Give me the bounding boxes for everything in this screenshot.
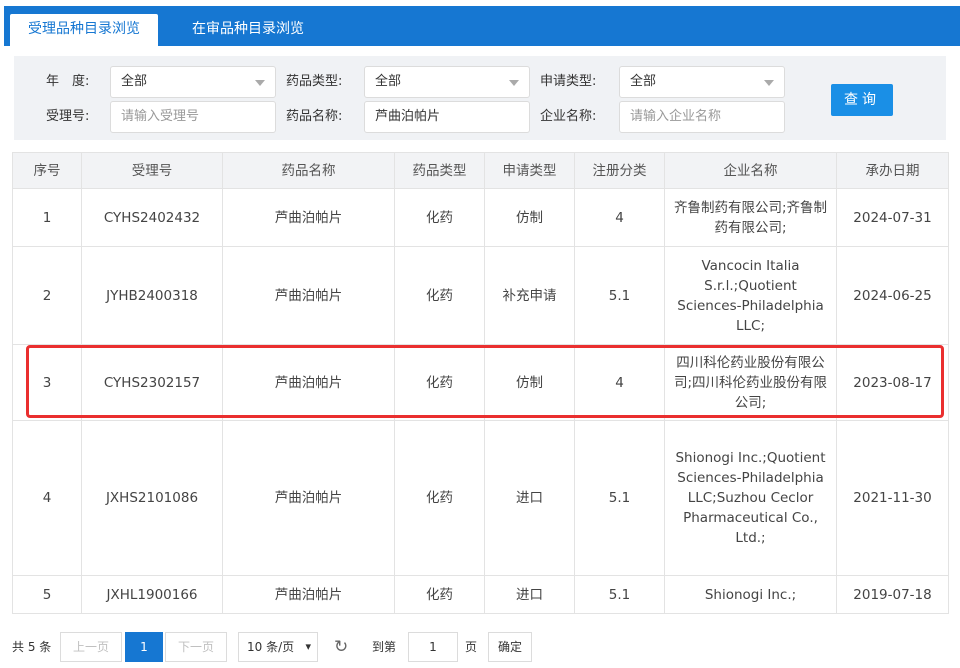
chevron-down-icon — [764, 80, 774, 86]
header-apply-type: 申请类型 — [484, 152, 575, 189]
query-button[interactable]: 查询 — [831, 84, 893, 116]
page-1-button[interactable]: 1 — [125, 632, 163, 662]
cell-reg-class: 5.1 — [574, 420, 665, 576]
next-page-button[interactable]: 下一页 — [165, 632, 227, 662]
cell-drug-type: 化药 — [394, 188, 485, 247]
year-select[interactable]: 全部 — [110, 66, 276, 98]
page-size-select[interactable]: 10 条/页 ▾ — [238, 632, 318, 662]
cell-accept-no: JXHL1900166 — [81, 575, 223, 614]
goto-page-input[interactable]: 1 — [408, 632, 458, 662]
company-label: 企业名称: — [540, 109, 597, 124]
filter-panel: 年 度: 全部 药品类型: 全部 申请类型: 全部 受理号: 请输入受理号 药品… — [14, 56, 946, 140]
drug-type-label: 药品类型: — [286, 74, 343, 89]
drug-type-value: 全部 — [375, 74, 402, 89]
table-row[interactable]: 3 CYHS2302157 芦曲泊帕片 化药 仿制 4 四川科伦药业股份有限公司… — [12, 344, 949, 421]
apply-type-select[interactable]: 全部 — [619, 66, 785, 98]
cell-company: Shionogi Inc.; — [664, 575, 837, 614]
header-company: 企业名称 — [664, 152, 837, 189]
table-row[interactable]: 2 JYHB2400318 芦曲泊帕片 化药 补充申请 5.1 Vancocin… — [12, 246, 949, 345]
drug-name-label: 药品名称: — [286, 109, 343, 124]
goto-prefix: 到第 — [372, 640, 397, 654]
cell-company: Vancocin Italia S.r.l.;Quotient Sciences… — [664, 246, 837, 345]
cell-drug-type: 化药 — [394, 420, 485, 576]
pagination: 共 5 条 上一页 1 下一页 10 条/页 ▾ ↻ 到第 1 页 确定 — [12, 632, 952, 664]
cell-reg-class: 4 — [574, 188, 665, 247]
accept-no-input[interactable]: 请输入受理号 — [110, 101, 276, 133]
cell-drug-type: 化药 — [394, 344, 485, 421]
cell-apply-type: 进口 — [484, 575, 575, 614]
cell-drug-type: 化药 — [394, 575, 485, 614]
cell-index: 4 — [12, 420, 82, 576]
total-count: 共 5 条 — [12, 640, 52, 654]
tab-bar: 受理品种目录浏览 在审品种目录浏览 — [4, 6, 960, 46]
cell-accept-no: CYHS2302157 — [81, 344, 223, 421]
cell-date: 2023-08-17 — [836, 344, 949, 421]
cell-drug-name: 芦曲泊帕片 — [222, 575, 395, 614]
cell-apply-type: 仿制 — [484, 188, 575, 247]
header-reg-class: 注册分类 — [574, 152, 665, 189]
cell-index: 1 — [12, 188, 82, 247]
table-row[interactable]: 4 JXHS2101086 芦曲泊帕片 化药 进口 5.1 Shionogi I… — [12, 420, 949, 576]
cell-drug-name: 芦曲泊帕片 — [222, 246, 395, 345]
header-accept-no: 受理号 — [81, 152, 223, 189]
cell-accept-no: CYHS2402432 — [81, 188, 223, 247]
drug-type-select[interactable]: 全部 — [364, 66, 530, 98]
table-row[interactable]: 1 CYHS2402432 芦曲泊帕片 化药 仿制 4 齐鲁制药有限公司;齐鲁制… — [12, 188, 949, 247]
cell-reg-class: 4 — [574, 344, 665, 421]
apply-type-label: 申请类型: — [540, 74, 597, 89]
cell-apply-type: 补充申请 — [484, 246, 575, 345]
header-date: 承办日期 — [836, 152, 949, 189]
header-drug-name: 药品名称 — [222, 152, 395, 189]
cell-date: 2019-07-18 — [836, 575, 949, 614]
cell-accept-no: JYHB2400318 — [81, 246, 223, 345]
cell-drug-name: 芦曲泊帕片 — [222, 420, 395, 576]
cell-index: 5 — [12, 575, 82, 614]
cell-accept-no: JXHS2101086 — [81, 420, 223, 576]
cell-company: 四川科伦药业股份有限公司;四川科伦药业股份有限公司; — [664, 344, 837, 421]
cell-drug-type: 化药 — [394, 246, 485, 345]
goto-confirm-button[interactable]: 确定 — [488, 632, 532, 662]
year-label: 年 度: — [46, 74, 90, 89]
goto-suffix: 页 — [465, 640, 478, 654]
cell-reg-class: 5.1 — [574, 575, 665, 614]
chevron-down-icon: ▾ — [305, 640, 311, 653]
cell-drug-name: 芦曲泊帕片 — [222, 344, 395, 421]
chevron-down-icon — [509, 80, 519, 86]
header-drug-type: 药品类型 — [394, 152, 485, 189]
company-input[interactable]: 请输入企业名称 — [619, 101, 785, 133]
drug-name-input[interactable]: 芦曲泊帕片 — [364, 101, 530, 133]
table-row[interactable]: 5 JXHL1900166 芦曲泊帕片 化药 进口 5.1 Shionogi I… — [12, 575, 949, 614]
apply-type-value: 全部 — [630, 74, 657, 89]
refresh-icon[interactable]: ↻ — [334, 632, 348, 662]
results-table: 序号 受理号 药品名称 药品类型 申请类型 注册分类 企业名称 承办日期 1 C… — [12, 152, 949, 614]
cell-apply-type: 仿制 — [484, 344, 575, 421]
prev-page-button[interactable]: 上一页 — [60, 632, 122, 662]
cell-date: 2024-06-25 — [836, 246, 949, 345]
cell-company: Shionogi Inc.;Quotient Sciences-Philadel… — [664, 420, 837, 576]
accept-no-label: 受理号: — [46, 109, 90, 124]
tab-under-review-catalog[interactable]: 在审品种目录浏览 — [174, 14, 322, 46]
cell-date: 2021-11-30 — [836, 420, 949, 576]
table-header-row: 序号 受理号 药品名称 药品类型 申请类型 注册分类 企业名称 承办日期 — [12, 152, 949, 189]
cell-index: 2 — [12, 246, 82, 345]
cell-drug-name: 芦曲泊帕片 — [222, 188, 395, 247]
chevron-down-icon — [255, 80, 265, 86]
tab-accepted-catalog[interactable]: 受理品种目录浏览 — [10, 14, 158, 46]
cell-index: 3 — [12, 344, 82, 421]
cell-apply-type: 进口 — [484, 420, 575, 576]
year-value: 全部 — [121, 74, 148, 89]
header-index: 序号 — [12, 152, 82, 189]
cell-reg-class: 5.1 — [574, 246, 665, 345]
cell-date: 2024-07-31 — [836, 188, 949, 247]
page-size-value: 10 条/页 — [247, 640, 295, 654]
cell-company: 齐鲁制药有限公司;齐鲁制药有限公司; — [664, 188, 837, 247]
